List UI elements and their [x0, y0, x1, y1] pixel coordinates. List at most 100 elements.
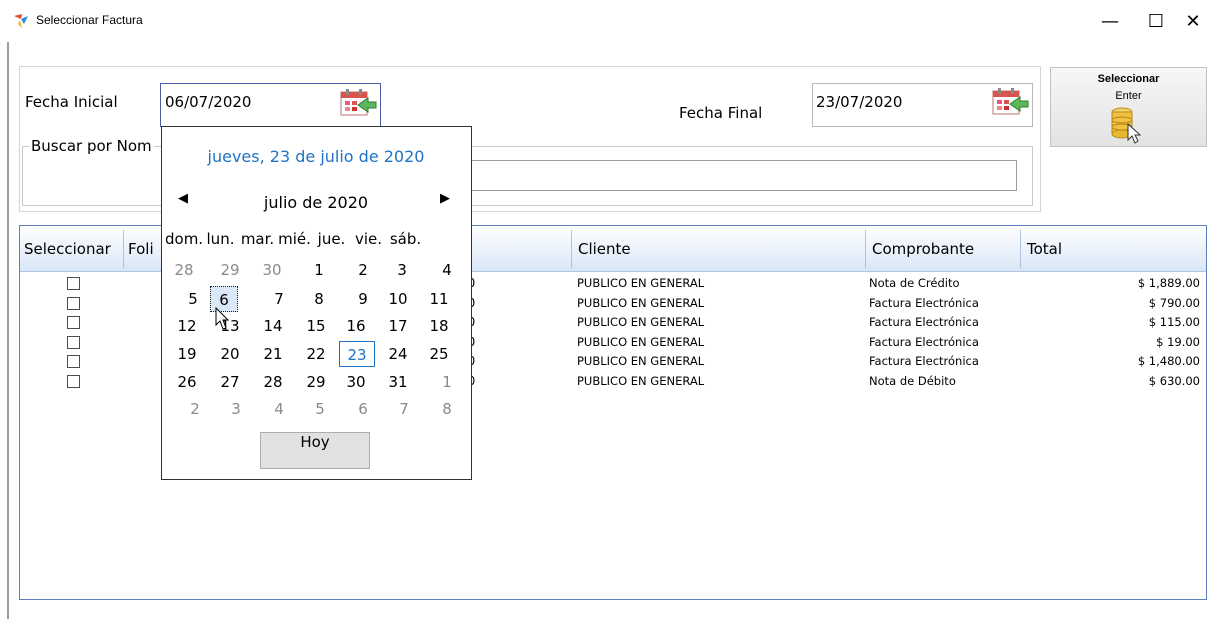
- calendar-day[interactable]: 2: [181, 396, 209, 422]
- row-total: $ 630.00: [1148, 373, 1200, 388]
- column-header-cliente[interactable]: Cliente: [578, 226, 631, 272]
- row-cliente: PUBLICO EN GENERAL: [577, 334, 705, 349]
- fecha-final-label: Fecha Final: [679, 104, 763, 122]
- row-comprobante: Factura Electrónica: [869, 334, 979, 349]
- calendar-day[interactable]: 28: [170, 257, 198, 283]
- calendar-day[interactable]: 30: [342, 369, 370, 395]
- calendar-day[interactable]: 4: [433, 257, 461, 283]
- next-month-arrow-icon[interactable]: ▶: [440, 191, 450, 206]
- calendar-day[interactable]: 15: [302, 313, 330, 339]
- column-divider: [123, 230, 124, 268]
- search-label: Buscar por Nom: [29, 137, 154, 155]
- calendar-day[interactable]: 8: [433, 396, 461, 422]
- calendar-day[interactable]: 5: [306, 396, 334, 422]
- calendar-day[interactable]: 7: [265, 286, 293, 312]
- day-of-week-header: mar.: [240, 230, 275, 248]
- row-total: $ 1,480.00: [1137, 354, 1200, 368]
- row-total: $ 19.00: [1156, 334, 1200, 349]
- calendar-day[interactable]: 6: [349, 396, 377, 422]
- calendar-day[interactable]: 2: [349, 257, 377, 283]
- mouse-cursor-icon: [215, 307, 230, 330]
- minimize-button[interactable]: —: [1087, 0, 1133, 42]
- row-total: $ 790.00: [1148, 295, 1200, 310]
- day-of-week-header: vie.: [354, 230, 383, 248]
- calendar-day[interactable]: 1: [433, 369, 461, 395]
- column-divider: [1020, 230, 1021, 268]
- calendar-day[interactable]: 29: [216, 257, 244, 283]
- calendar-day[interactable]: 7: [390, 396, 418, 422]
- seleccionar-button-shortcut: Enter: [1115, 90, 1142, 102]
- row-cliente: PUBLICO EN GENERAL: [577, 295, 705, 310]
- row-cliente: PUBLICO EN GENERAL: [577, 373, 705, 388]
- calendar-icon[interactable]: [338, 87, 378, 120]
- row-comprobante: Nota de Débito: [869, 373, 956, 388]
- row-checkbox[interactable]: [67, 316, 80, 329]
- calendar-day[interactable]: 12: [173, 313, 201, 339]
- calendar-day[interactable]: 30: [258, 257, 286, 283]
- calendar-day[interactable]: 20: [216, 341, 244, 367]
- calendar-day[interactable]: 25: [425, 341, 453, 367]
- calendar-day[interactable]: 9: [349, 286, 377, 312]
- row-comprobante: Factura Electrónica: [869, 315, 979, 329]
- calendar-day[interactable]: 3: [222, 396, 250, 422]
- row-total: $ 115.00: [1148, 315, 1200, 329]
- calendar-day[interactable]: 1: [305, 257, 333, 283]
- row-checkbox[interactable]: [67, 335, 80, 349]
- calendar-day[interactable]: 10: [384, 286, 412, 312]
- window-title: Seleccionar Factura: [36, 13, 143, 27]
- row-cliente: PUBLICO EN GENERAL: [577, 354, 705, 368]
- search-input[interactable]: [455, 160, 1017, 191]
- row-comprobante: Factura Electrónica: [869, 295, 979, 310]
- calendar-day[interactable]: 8: [305, 286, 333, 312]
- calendar-icon[interactable]: [990, 86, 1030, 119]
- calendar-day[interactable]: 29: [302, 369, 330, 395]
- column-divider: [865, 230, 866, 268]
- row-checkbox[interactable]: [67, 374, 80, 388]
- seleccionar-button-label: Seleccionar: [1097, 73, 1160, 85]
- column-header-seleccionar[interactable]: Seleccionar: [24, 226, 111, 272]
- calendar-day[interactable]: 22: [302, 341, 330, 367]
- column-header-comprobante[interactable]: Comprobante: [872, 226, 974, 272]
- calendar-day[interactable]: 3: [388, 257, 416, 283]
- column-header-folio[interactable]: Foli: [128, 226, 154, 272]
- hoy-button[interactable]: Hoy: [260, 432, 370, 469]
- row-comprobante: Factura Electrónica: [869, 354, 979, 368]
- calendar-day[interactable]: 24: [384, 341, 412, 367]
- app-icon: [14, 14, 28, 28]
- row-cliente: PUBLICO EN GENERAL: [577, 276, 705, 290]
- calendar-day[interactable]: 26: [173, 369, 201, 395]
- calendar-day[interactable]: 27: [216, 369, 244, 395]
- row-checkbox[interactable]: [67, 277, 80, 290]
- calendar-month-title[interactable]: julio de 2020: [162, 193, 470, 212]
- window-border: [7, 42, 9, 619]
- column-header-total[interactable]: Total: [1027, 226, 1062, 272]
- calendar-day[interactable]: 18: [425, 313, 453, 339]
- row-checkbox[interactable]: [67, 355, 80, 368]
- calendar-today-link[interactable]: jueves, 23 de julio de 2020: [162, 147, 470, 166]
- row-comprobante: Nota de Crédito: [869, 276, 960, 290]
- row-cliente: PUBLICO EN GENERAL: [577, 315, 705, 329]
- calendar-day[interactable]: 19: [173, 341, 201, 367]
- calendar-day-today[interactable]: 23: [339, 341, 375, 367]
- fecha-final-value: 23/07/2020: [816, 93, 903, 111]
- title-bar: [0, 0, 1215, 42]
- calendar-day[interactable]: 5: [179, 286, 207, 312]
- column-divider: [571, 230, 572, 268]
- calendar-day[interactable]: 17: [384, 313, 412, 339]
- row-checkbox[interactable]: [67, 296, 80, 310]
- day-of-week-header: dom.: [165, 230, 204, 248]
- calendar-day[interactable]: 14: [259, 313, 287, 339]
- calendar-day[interactable]: 21: [259, 341, 287, 367]
- fecha-inicial-label: Fecha Inicial: [25, 93, 118, 111]
- day-of-week-header: jue.: [317, 230, 346, 248]
- calendar-day[interactable]: 4: [265, 396, 293, 422]
- row-total: $ 1,889.00: [1137, 276, 1200, 290]
- close-button[interactable]: ✕: [1170, 0, 1215, 42]
- calendar-day[interactable]: 16: [342, 313, 370, 339]
- day-of-week-header: sáb.: [389, 230, 422, 248]
- day-of-week-header: lun.: [206, 230, 235, 248]
- calendar-day[interactable]: 31: [384, 369, 412, 395]
- fecha-inicial-value: 06/07/2020: [165, 93, 252, 111]
- calendar-day[interactable]: 28: [259, 369, 287, 395]
- calendar-day[interactable]: 11: [425, 286, 453, 312]
